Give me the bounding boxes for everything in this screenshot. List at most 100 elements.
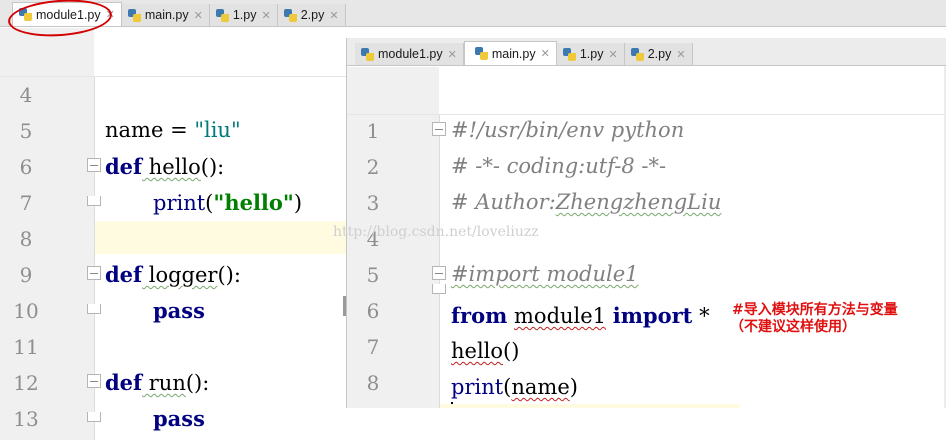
code-line-2[interactable]: # -*- coding:utf-8 -*- bbox=[451, 154, 666, 178]
close-icon[interactable]: ✕ bbox=[676, 48, 685, 61]
right-tab-module1[interactable]: module1.py ✕ bbox=[355, 43, 464, 65]
fold-end-icon[interactable] bbox=[432, 284, 446, 294]
tab-label: 1.py bbox=[579, 47, 604, 61]
author-name: ZhengzhengLiu bbox=[555, 190, 722, 214]
line-number: 6 bbox=[366, 299, 380, 323]
right-tab-bar: module1.py ✕ main.py ✕ 1.py ✕ 2.py ✕ bbox=[347, 38, 946, 66]
code-line-13[interactable]: pass bbox=[153, 406, 205, 431]
code-line-12[interactable]: def run(): bbox=[105, 370, 209, 395]
python-file-icon bbox=[215, 8, 229, 22]
fold-icon[interactable] bbox=[87, 158, 101, 172]
left-tab-bar: module1.py ✕ main.py ✕ 1.py ✕ 2.py ✕ bbox=[0, 0, 946, 27]
function-name: hello bbox=[142, 155, 201, 179]
python-file-icon bbox=[562, 47, 576, 61]
line-number: 8 bbox=[366, 371, 380, 395]
builtin-print: print bbox=[153, 191, 206, 215]
builtin-print: print bbox=[451, 375, 504, 399]
close-icon[interactable]: ✕ bbox=[448, 48, 457, 61]
tab-label: 1.py bbox=[232, 8, 257, 22]
punctuation: ) bbox=[569, 375, 578, 399]
fold-end-icon[interactable] bbox=[87, 304, 101, 314]
line-number: 7 bbox=[19, 191, 33, 215]
code-line-5[interactable]: name = "liu" bbox=[105, 118, 241, 142]
fold-icon[interactable] bbox=[432, 122, 446, 136]
left-tab-2[interactable]: 2.py ✕ bbox=[277, 4, 346, 26]
code-line-6[interactable]: from module1 import * bbox=[451, 303, 710, 328]
line-number: 5 bbox=[19, 119, 33, 143]
line-number: 2 bbox=[366, 155, 380, 179]
line-number: 8 bbox=[19, 227, 33, 251]
annotation-line-1: #导入模块所有方法与变量 bbox=[732, 302, 898, 318]
right-gutter-top-divider bbox=[347, 114, 946, 115]
line-number: 10 bbox=[13, 299, 39, 323]
variable-name: name bbox=[511, 375, 570, 399]
tab-label: module1.py bbox=[378, 47, 443, 61]
line-number: 7 bbox=[366, 335, 380, 359]
close-icon[interactable]: ✕ bbox=[541, 47, 550, 60]
close-icon[interactable]: ✕ bbox=[329, 9, 338, 22]
commented-import: #import module1 bbox=[451, 262, 639, 286]
python-file-icon bbox=[474, 47, 488, 60]
close-icon[interactable]: ✕ bbox=[608, 48, 617, 61]
current-line-highlight bbox=[95, 221, 346, 254]
left-tab-1[interactable]: 1.py ✕ bbox=[209, 4, 278, 26]
fold-end-icon[interactable] bbox=[87, 196, 101, 206]
punctuation: (): bbox=[185, 371, 210, 395]
bottom-strip bbox=[346, 408, 946, 440]
keyword-from: from bbox=[451, 303, 508, 328]
punctuation: (): bbox=[217, 263, 241, 287]
wildcard: * bbox=[692, 304, 710, 328]
tab-label: main.py bbox=[491, 46, 536, 61]
tab-label: main.py bbox=[144, 8, 189, 22]
code-line-10[interactable]: pass bbox=[153, 298, 205, 323]
tab-label: 2.py bbox=[300, 8, 325, 22]
right-gutter-separator bbox=[439, 114, 440, 408]
close-icon[interactable]: ✕ bbox=[194, 9, 203, 22]
line-number: 4 bbox=[19, 83, 33, 107]
function-call: hello bbox=[451, 339, 504, 363]
keyword-def: def bbox=[105, 262, 143, 287]
watermark: http://blog.csdn.net/loveliuzz bbox=[333, 224, 539, 240]
python-file-icon bbox=[283, 8, 297, 22]
left-gutter-top-divider bbox=[0, 76, 346, 77]
keyword-def: def bbox=[105, 370, 143, 395]
keyword-def: def bbox=[105, 154, 143, 179]
punctuation: (): bbox=[200, 155, 225, 179]
module-name: module1 bbox=[514, 304, 607, 328]
right-tab-main[interactable]: main.py ✕ bbox=[463, 41, 557, 65]
close-icon[interactable]: ✕ bbox=[261, 9, 270, 22]
keyword-import: import bbox=[612, 303, 693, 328]
line-number: 13 bbox=[13, 407, 39, 431]
code-line-8[interactable]: print(name) bbox=[451, 375, 578, 399]
code-line-7[interactable]: print("hello") bbox=[153, 190, 302, 215]
code-line-9[interactable]: def logger(): bbox=[105, 262, 241, 287]
fold-icon[interactable] bbox=[87, 266, 101, 280]
annotation-line-2: （不建议这样使用） bbox=[730, 319, 856, 335]
fold-icon[interactable] bbox=[87, 374, 101, 388]
punctuation: ) bbox=[293, 191, 303, 215]
python-file-icon bbox=[361, 47, 374, 61]
fold-end-icon[interactable] bbox=[87, 412, 101, 422]
line-number: 12 bbox=[13, 371, 39, 395]
string-literal: "hello" bbox=[213, 190, 294, 215]
fold-icon[interactable] bbox=[432, 266, 446, 280]
code-line-5[interactable]: #import module1 bbox=[451, 262, 639, 286]
line-number: 9 bbox=[19, 263, 33, 287]
function-name: run bbox=[142, 371, 186, 395]
string-literal: "liu" bbox=[194, 118, 241, 142]
python-file-icon bbox=[630, 47, 644, 61]
identifier: name bbox=[105, 118, 164, 142]
left-tab-main[interactable]: main.py ✕ bbox=[121, 4, 210, 26]
tab-label: 2.py bbox=[647, 47, 672, 61]
punctuation: () bbox=[503, 339, 520, 363]
code-line-3[interactable]: # Author:ZhengzhengLiu bbox=[451, 190, 721, 214]
code-line-7[interactable]: hello() bbox=[451, 339, 519, 363]
code-line-6[interactable]: def hello(): bbox=[105, 154, 224, 179]
code-line-1[interactable]: #!/usr/bin/env python bbox=[451, 118, 684, 142]
right-editor: module1.py ✕ main.py ✕ 1.py ✕ 2.py ✕ 1 2… bbox=[346, 38, 946, 408]
operator: = bbox=[163, 118, 195, 142]
right-tab-2[interactable]: 2.py ✕ bbox=[624, 43, 693, 65]
right-tab-1[interactable]: 1.py ✕ bbox=[556, 43, 625, 65]
keyword-pass: pass bbox=[153, 406, 205, 431]
line-number: 1 bbox=[366, 119, 380, 143]
